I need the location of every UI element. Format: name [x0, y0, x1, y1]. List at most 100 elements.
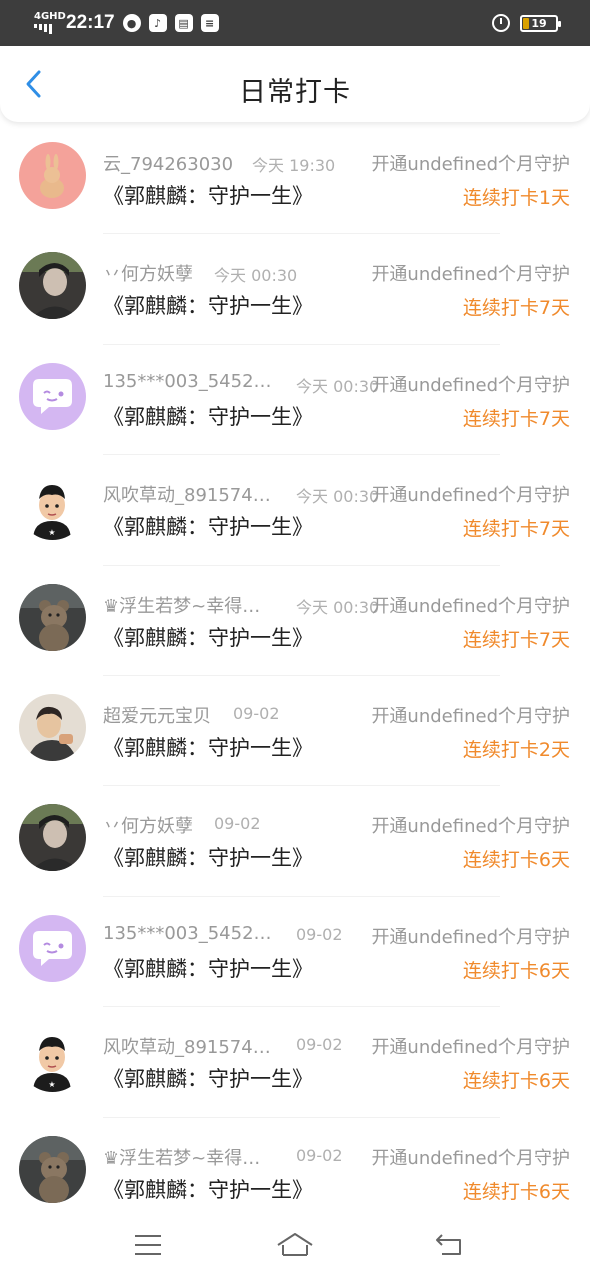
guard-text: 开通undefined个月守护: [371, 1147, 570, 1169]
back-nav-button[interactable]: [428, 1228, 472, 1262]
system-nav-bar: [0, 1212, 590, 1280]
checkin-title: 《郭麒麟：守护一生》: [103, 846, 313, 871]
user-name: 135***003_5452…: [103, 922, 272, 944]
battery-level: 19: [531, 16, 547, 30]
avatar[interactable]: [19, 1135, 86, 1203]
checkin-row[interactable]: ♛浮生若梦~幸得… 今天 00:30 开通undefined个月守护 《郭麒麟：…: [0, 566, 590, 676]
checkin-row[interactable]: ★ 风吹草动_891574… 今天 00:30 开通undefined个月守护 …: [0, 455, 590, 566]
status-time: 22:17: [66, 12, 115, 33]
checkin-row[interactable]: 云_794263030 今天 19:30 开通undefined个月守护 《郭麒…: [0, 124, 590, 235]
checkin-list: 云_794263030 今天 19:30 开通undefined个月守护 《郭麒…: [0, 124, 590, 1228]
avatar[interactable]: [19, 804, 86, 872]
menu-icon: [135, 1235, 161, 1255]
checkin-time: 今天 00:30: [296, 376, 380, 396]
boy-photo-avatar-icon: [19, 693, 86, 761]
checkin-row[interactable]: 丷何方妖孽 09-02 开通undefined个月守护 《郭麒麟：守护一生》 连…: [0, 786, 590, 897]
home-icon: [277, 1233, 313, 1256]
checkin-time: 今天 00:30: [214, 266, 298, 286]
svg-text:★: ★: [48, 1080, 55, 1089]
avatar[interactable]: [19, 362, 86, 430]
checkin-time: 今天 19:30: [252, 156, 336, 175]
streak-text: 连续打卡2天: [462, 738, 570, 761]
streak-text: 连续打卡6天: [462, 849, 570, 872]
avatar[interactable]: [19, 693, 86, 761]
checkin-title: 《郭麒麟：守护一生》: [103, 735, 313, 760]
guard-text: 开通undefined个月守护: [371, 154, 570, 175]
user-name: 风吹草动_891574…: [103, 1037, 271, 1059]
checkin-time: 今天 00:30: [296, 597, 380, 617]
signal-icon: 4GHD: [34, 11, 66, 34]
page-title: 日常打卡: [239, 77, 351, 108]
alarm-icon: [492, 14, 510, 32]
streak-text: 连续打卡6天: [462, 1180, 570, 1203]
checkin-title: 《郭麒麟：守护一生》: [103, 184, 313, 208]
streak-text: 连续打卡7天: [462, 297, 570, 320]
avatar[interactable]: [19, 142, 86, 209]
cartoon-boy-avatar-icon: ★: [19, 1025, 86, 1093]
checkin-row[interactable]: 135***003_5452… 今天 00:30 开通undefined个月守护…: [0, 345, 590, 456]
home-button[interactable]: [273, 1228, 317, 1262]
tiktok-app-icon: ♪: [148, 14, 167, 32]
guard-text: 开通undefined个月守护: [371, 374, 570, 396]
user-name: ♛浮生若梦~幸得…: [103, 595, 261, 617]
checkin-time: 09-02: [233, 703, 280, 723]
avatar[interactable]: [19, 914, 86, 982]
chat-bubble-avatar-icon: [19, 914, 86, 982]
teddy-bear-avatar-icon: [19, 1135, 86, 1203]
rabbit-avatar-icon: [19, 142, 86, 209]
streak-text: 连续打卡7天: [462, 628, 570, 651]
avatar[interactable]: [19, 583, 86, 651]
checkin-time: 09-02: [296, 924, 343, 944]
checkin-row[interactable]: 135***003_5452… 09-02 开通undefined个月守护 《郭…: [0, 897, 590, 1008]
user-name: 135***003_5452…: [103, 370, 272, 392]
page-header: 日常打卡: [0, 46, 590, 122]
streak-text: 连续打卡6天: [462, 1070, 570, 1093]
person-photo-avatar-icon: [19, 252, 86, 320]
back-icon: [436, 1234, 461, 1255]
message-app-icon: ●: [122, 14, 141, 32]
chat-bubble-avatar-icon: [19, 362, 86, 430]
status-bar: 4GHD 22:17 ● ♪ ▤ ≡ 19: [0, 0, 590, 46]
guard-text: 开通undefined个月守护: [371, 816, 570, 838]
checkin-title: 《郭麒麟：守护一生》: [103, 625, 313, 650]
person-photo-avatar-icon: [19, 804, 86, 872]
network-type: 4GHD: [34, 11, 66, 22]
status-right: 19: [492, 11, 561, 35]
streak-text: 连续打卡7天: [462, 407, 570, 430]
guard-text: 开通undefined个月守护: [371, 595, 570, 617]
streak-text: 连续打卡7天: [462, 518, 570, 541]
checkin-title: 《郭麒麟：守护一生》: [103, 404, 313, 429]
news-app-icon: ≡: [200, 14, 219, 32]
menu-button[interactable]: [126, 1228, 170, 1262]
checkin-title: 《郭麒麟：守护一生》: [103, 294, 313, 319]
guard-text: 开通undefined个月守护: [371, 926, 570, 948]
checkin-time: 今天 00:30: [296, 487, 380, 507]
streak-text: 连续打卡1天: [462, 187, 570, 209]
checkin-title: 《郭麒麟：守护一生》: [103, 956, 313, 981]
guard-text: 开通undefined个月守护: [371, 1037, 570, 1059]
avatar[interactable]: [19, 252, 86, 320]
checkin-title: 《郭麒麟：守护一生》: [103, 515, 313, 540]
avatar[interactable]: ★: [19, 473, 86, 541]
checkin-row[interactable]: 超爱元元宝贝 09-02 开通undefined个月守护 《郭麒麟：守护一生》 …: [0, 676, 590, 787]
checkin-title: 《郭麒麟：守护一生》: [103, 1067, 313, 1092]
cartoon-boy-avatar-icon: ★: [19, 473, 86, 541]
checkin-row[interactable]: ★ 风吹草动_891574… 09-02 开通undefined个月守护 《郭麒…: [0, 1007, 590, 1118]
status-left: 4GHD 22:17 ● ♪ ▤ ≡: [34, 10, 219, 36]
checkin-time: 09-02: [296, 1035, 343, 1055]
avatar[interactable]: ★: [19, 1025, 86, 1093]
checkin-time: 09-02: [296, 1145, 343, 1165]
guard-text: 开通undefined个月守护: [371, 485, 570, 507]
guard-text: 开通undefined个月守护: [371, 264, 570, 286]
battery-icon: 19: [520, 14, 561, 32]
user-name: 风吹草动_891574…: [103, 485, 271, 507]
checkin-time: 09-02: [214, 814, 261, 834]
checkin-row[interactable]: 丷何方妖孽 今天 00:30 开通undefined个月守护 《郭麒麟：守护一生…: [0, 234, 590, 345]
user-name: ♛浮生若梦~幸得…: [103, 1147, 261, 1169]
streak-text: 连续打卡6天: [462, 959, 570, 982]
checkin-title: 《郭麒麟：守护一生》: [103, 1177, 313, 1202]
svg-text:★: ★: [48, 528, 55, 537]
book-app-icon: ▤: [174, 14, 193, 32]
teddy-bear-avatar-icon: [19, 583, 86, 651]
guard-text: 开通undefined个月守护: [371, 705, 570, 727]
